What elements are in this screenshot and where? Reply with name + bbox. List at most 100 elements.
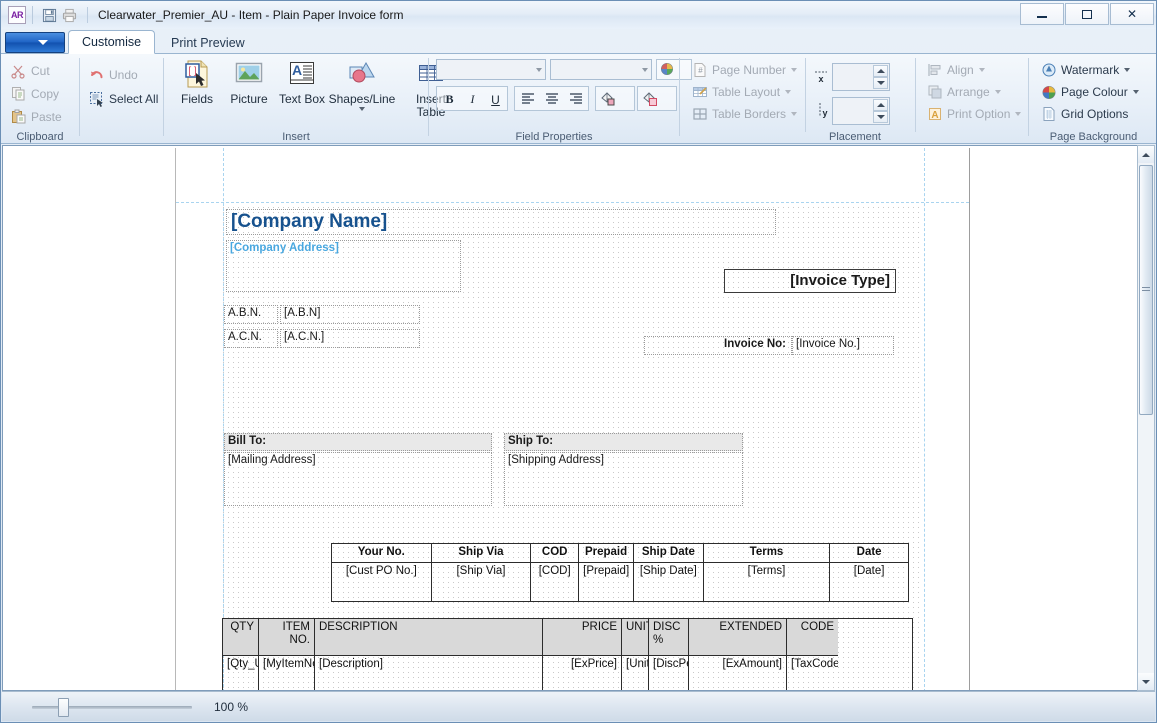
y-position-icon: y [812,101,830,124]
table-header-cell[interactable]: DISC % [649,619,689,656]
invoice-no-field[interactable]: [Invoice No.] [792,336,894,355]
paste-button[interactable]: Paste [7,106,66,127]
select-all-button[interactable]: Select All [85,88,162,109]
insert-fields-button[interactable]: [ ] Fields [172,58,222,106]
y-spinner-up[interactable] [873,99,888,111]
invoice-no-label[interactable]: Invoice No: [644,336,792,355]
table-data-cell[interactable]: [Date] [830,563,908,601]
x-spinner-up[interactable] [873,65,888,77]
table-data-cell[interactable]: [TaxCode] [787,656,838,691]
page-number-button[interactable]: # Page Number [688,59,801,80]
minimize-button[interactable] [1020,3,1064,25]
tab-customise[interactable]: Customise [68,30,155,54]
abn-field[interactable]: [A.B.N] [280,305,420,324]
underline-button[interactable]: U [484,88,507,111]
triangle-down-icon [877,115,885,119]
table-data-cell[interactable]: [ExAmount] [689,656,787,691]
table-header-cell[interactable]: Ship Via [432,544,532,563]
table-layout-button[interactable]: Table Layout [688,81,795,102]
vertical-scrollbar[interactable] [1137,145,1155,691]
application-menu-button[interactable] [5,32,65,53]
insert-text-box-button[interactable]: A Text Box [277,58,327,106]
align-icon [927,62,943,78]
x-position-spinner[interactable] [832,63,890,91]
page-colour-button[interactable]: Page Colour [1037,81,1143,102]
acn-label[interactable]: A.C.N. [224,329,278,348]
company-name-field[interactable]: [Company Name] [226,209,776,235]
mailing-address-field[interactable]: [Mailing Address] [224,452,492,506]
table-header-cell[interactable]: Ship Date [634,544,704,563]
table-header-cell[interactable]: QTY [223,619,259,656]
bill-to-label[interactable]: Bill To: [224,433,492,451]
close-button[interactable]: ✕ [1110,3,1154,25]
print-icon[interactable] [59,5,79,25]
insert-picture-button[interactable]: Picture [224,58,274,106]
table-data-cell[interactable]: [Qty_Units] [223,656,259,691]
x-spinner-down[interactable] [873,77,888,89]
company-address-text: [Company Address] [230,242,339,254]
arrange-button[interactable]: Arrange [923,81,1005,102]
table-data-cell[interactable]: [ExPrice] [543,656,622,691]
table-header-cell[interactable]: Date [830,544,908,563]
table-data-cell[interactable]: [Cust PO No.] [332,563,432,601]
shape-fill-button[interactable] [637,86,677,111]
zoom-slider[interactable] [32,697,192,717]
font-name-combo[interactable] [436,59,546,80]
form-page[interactable]: [Company Name] [Company Address] A.B.N. … [175,148,970,691]
align-center-button[interactable] [540,88,564,111]
shipping-info-table[interactable]: Your No.Ship ViaCODPrepaidShip DateTerms… [331,543,909,602]
shipping-address-field[interactable]: [Shipping Address] [504,452,743,506]
grid-options-button[interactable]: Grid Options [1037,103,1132,124]
cut-button[interactable]: Cut [7,60,54,81]
table-header-cell[interactable]: EXTENDED [689,619,787,656]
invoice-type-field[interactable]: [Invoice Type] [724,269,896,293]
align-left-button[interactable] [516,88,540,111]
table-header-cell[interactable]: ITEM NO. [259,619,315,656]
table-data-cell[interactable]: [Ship Date] [634,563,704,601]
y-spinner-down[interactable] [873,111,888,123]
table-data-cell[interactable]: [Terms] [704,563,831,601]
undo-button[interactable]: Undo [85,64,142,85]
table-data-cell[interactable]: [Description] [315,656,543,691]
table-header-cell[interactable]: UNIT [622,619,649,656]
font-size-combo[interactable] [550,59,652,80]
table-data-cell[interactable]: [Unit] [622,656,649,691]
y-position-spinner[interactable] [832,97,890,125]
watermark-button[interactable]: Watermark [1037,59,1134,80]
line-items-table[interactable]: QTYITEM NO.DESCRIPTIONPRICEUNITDISC %EXT… [222,618,913,691]
form-design-canvas[interactable]: [Company Name] [Company Address] A.B.N. … [2,145,1140,691]
table-data-cell[interactable]: [COD] [531,563,579,601]
scroll-up-button[interactable] [1138,146,1154,163]
select-all-label: Select All [109,92,158,106]
maximize-button[interactable] [1065,3,1109,25]
table-header-cell[interactable]: DESCRIPTION [315,619,543,656]
ship-to-label[interactable]: Ship To: [504,433,743,451]
table-data-cell[interactable]: [MyItemNo] [259,656,315,691]
acn-field[interactable]: [A.C.N.] [280,329,420,348]
table-header-cell[interactable]: Prepaid [579,544,634,563]
table-header-cell[interactable]: COD [531,544,579,563]
scrollbar-thumb[interactable] [1139,165,1153,415]
company-address-field[interactable]: [Company Address] [226,240,461,292]
align-right-button[interactable] [564,88,588,111]
insert-shapes-line-button[interactable]: Shapes/Line [326,58,398,111]
copy-button[interactable]: Copy [7,83,63,104]
table-data-cell[interactable]: [DiscPercentage] [649,656,689,691]
scroll-down-button[interactable] [1138,673,1154,690]
table-header-cell[interactable]: Terms [704,544,831,563]
table-header-cell[interactable]: PRICE [543,619,622,656]
print-option-button[interactable]: A Print Option [923,103,1025,124]
zoom-slider-thumb[interactable] [58,698,69,717]
italic-button[interactable]: I [461,88,484,111]
table-borders-button[interactable]: Table Borders [688,103,801,124]
table-header-cell[interactable]: CODE [787,619,838,656]
table-data-cell[interactable]: [Prepaid] [579,563,634,601]
abn-label[interactable]: A.B.N. [224,305,278,324]
table-data-cell[interactable]: [Ship Via] [432,563,532,601]
table-header-cell[interactable]: Your No. [332,544,432,563]
align-button[interactable]: Align [923,59,989,80]
tab-print-preview[interactable]: Print Preview [158,31,258,54]
fill-colour-button[interactable] [595,86,635,111]
save-icon[interactable] [39,5,59,25]
bold-button[interactable]: B [438,88,461,111]
